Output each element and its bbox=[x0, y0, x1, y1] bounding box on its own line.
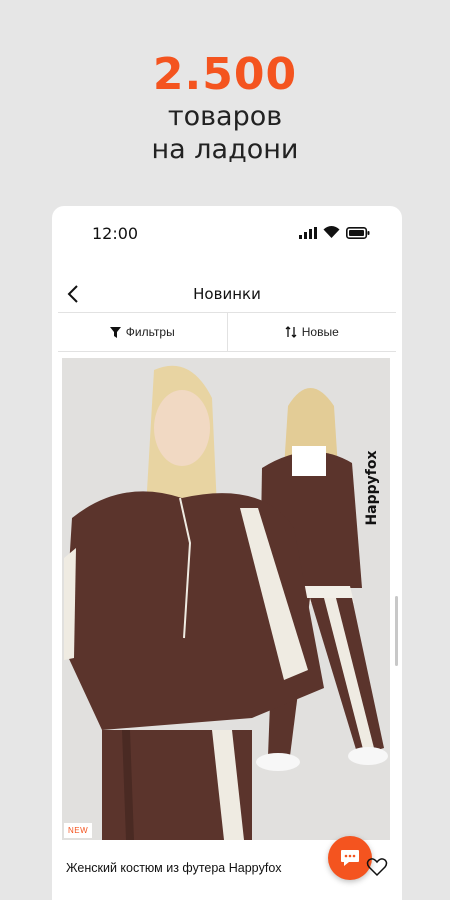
promo-number: 2.500 bbox=[152, 49, 298, 100]
filters-button[interactable]: Фильтры bbox=[58, 313, 227, 351]
promo-line-1: товаров bbox=[167, 101, 283, 132]
status-time: 12:00 bbox=[92, 224, 139, 243]
favorite-button[interactable] bbox=[366, 856, 390, 880]
wifi-icon bbox=[323, 226, 340, 238]
chat-bubble-icon bbox=[341, 850, 359, 866]
product-photo: Happyfox bbox=[62, 358, 390, 840]
brand-watermark: Happyfox bbox=[364, 450, 380, 525]
sort-arrows-icon bbox=[285, 326, 297, 338]
page-title: Новинки bbox=[193, 285, 261, 303]
new-badge: NEW bbox=[64, 823, 93, 838]
promo-line-2: на ладони bbox=[151, 134, 299, 165]
status-bar: 12:00 bbox=[52, 206, 402, 258]
status-icons bbox=[299, 226, 370, 239]
sort-button[interactable]: Новые bbox=[226, 313, 397, 351]
scroll-indicator[interactable] bbox=[395, 596, 398, 666]
sort-label: Новые bbox=[301, 325, 339, 339]
phone-screen: 12:00 Новинки Фильтры Новые Happyfox NEW… bbox=[52, 206, 402, 900]
battery-icon bbox=[346, 227, 370, 239]
product-title[interactable]: Женский костюм из футера Happyfox bbox=[66, 861, 282, 875]
filter-bar: Фильтры Новые bbox=[58, 312, 396, 352]
product-image[interactable]: Happyfox NEW bbox=[62, 358, 390, 840]
signal-icon bbox=[299, 227, 317, 239]
top-navigation: Новинки bbox=[52, 276, 402, 312]
promo-header: 2.500 товаров на ладони bbox=[0, 50, 450, 166]
heart-icon bbox=[366, 858, 388, 877]
funnel-icon bbox=[109, 326, 121, 338]
filters-label: Фильтры bbox=[125, 325, 175, 339]
